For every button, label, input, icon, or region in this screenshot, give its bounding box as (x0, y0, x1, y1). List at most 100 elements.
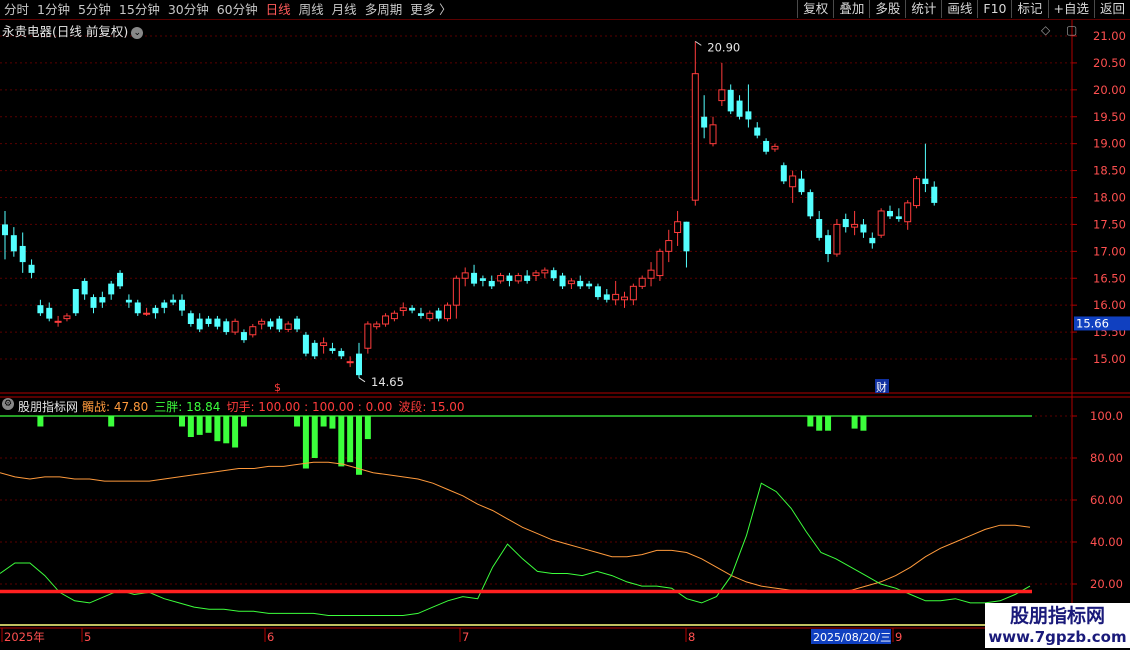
price-tick-label: 16.00 (1093, 298, 1126, 312)
panel-corner-icons[interactable]: ◇ ▢ (1041, 23, 1083, 37)
event-mark-cai: 财 (876, 380, 887, 394)
indicator-bar (364, 416, 371, 440)
candle-body (179, 299, 185, 311)
tab-5[interactable]: 60分钟 (213, 1, 262, 18)
candle-body (842, 219, 849, 228)
candle-body (709, 124, 717, 145)
candle-body (258, 320, 266, 325)
indicator-bar (816, 416, 823, 431)
candle-body (346, 361, 354, 364)
candle-body (488, 280, 495, 287)
candle-body (356, 353, 362, 376)
tool-button-0[interactable]: 复权 (797, 0, 833, 18)
tool-button-5[interactable]: F10 (977, 0, 1011, 18)
tab-7[interactable]: 周线 (295, 1, 328, 18)
candle-body (541, 269, 549, 274)
indicator-bar (807, 416, 814, 427)
time-label: 2025年 (4, 630, 45, 644)
candle-body (798, 178, 805, 193)
indicator-bar (223, 416, 230, 444)
candle-body (833, 223, 841, 255)
candle-body (249, 326, 257, 336)
candle-body (320, 342, 328, 347)
candle-body (294, 318, 301, 330)
candle-body (399, 307, 407, 312)
price-panel-title[interactable]: 永贵电器(日线 前复权) ⌄ (2, 21, 144, 40)
price-tick-label: 20.50 (1093, 56, 1126, 70)
kline-chart[interactable]: 21.00 20.50 20.00 19.50 19.00 18.50 18.00 17.50… (0, 20, 1130, 650)
candle-body (125, 299, 132, 303)
candle-body (214, 318, 221, 327)
candle-body (54, 320, 62, 323)
candle-body (895, 216, 902, 220)
indicator-bar (196, 416, 203, 435)
tab-4[interactable]: 30分钟 (164, 1, 213, 18)
indicator-bar (179, 416, 185, 427)
indicator-bar (302, 416, 309, 469)
indicator-bar (205, 416, 212, 433)
candle-body (10, 235, 17, 252)
indicator-name[interactable]: 股朋指标网 (18, 398, 78, 415)
candle-body (99, 297, 106, 303)
tool-button-7[interactable]: +自选 (1047, 0, 1094, 18)
event-mark-dollar: $ (274, 381, 281, 394)
indicator-legend: 髑战: 47.80 三胖: 18.84 切手: 100.00 : 100.00 : … (82, 398, 465, 415)
chevron-down-icon[interactable]: ⌄ (131, 26, 144, 39)
legend-item-0: 髑战: 47.80 (82, 400, 149, 414)
tab-8[interactable]: 月线 (328, 1, 361, 18)
candle-body (851, 223, 859, 228)
candle-body (479, 278, 486, 281)
indicator-tick-label: 100.0 (1090, 409, 1123, 423)
candle-body (364, 323, 372, 349)
candle-body (931, 186, 938, 203)
period-toolbar: 分时 1分钟 5分钟 15分钟 30分钟 60分钟 日线 周线 月线 多周期 更多 〉 复权 叠加 多股… (0, 0, 1130, 20)
tool-buttons: 复权 叠加 多股 统计 画线 F10 标记 +自选 返回 (797, 0, 1130, 18)
candle-body (196, 318, 203, 330)
candle-body (718, 89, 726, 102)
legend-item-2: 切手: 100.00 : 100.00 : 0.00 (226, 400, 393, 414)
candle-body (612, 293, 620, 301)
candle-body (789, 175, 797, 188)
candle-body (338, 350, 345, 357)
candle-body (771, 145, 779, 150)
candle-body (674, 221, 682, 233)
candle-body (37, 305, 44, 314)
tab-6[interactable]: 日线 (262, 1, 295, 18)
indicator-tick-label: 40.00 (1090, 535, 1123, 549)
indicator-tick-label: 80.00 (1090, 451, 1123, 465)
indicator-tick-label: 20.00 (1090, 577, 1123, 591)
candle-body (240, 332, 247, 341)
tab-0[interactable]: 分时 (0, 1, 33, 18)
candle-body (691, 73, 699, 201)
tool-button-3[interactable]: 统计 (905, 0, 941, 18)
price-tick-label: 21.00 (1093, 29, 1126, 43)
candle-body (426, 312, 434, 320)
indicator-bar (214, 416, 221, 442)
tool-button-8[interactable]: 返回 (1093, 0, 1130, 18)
current-price-label: 15.66 (1076, 316, 1109, 330)
candle-body (701, 116, 708, 128)
candle-body (683, 221, 690, 252)
price-tick-label: 15.00 (1093, 352, 1126, 366)
tool-button-6[interactable]: 标记 (1011, 0, 1047, 18)
selected-date-label: 2025/08/20/三 (813, 631, 891, 644)
tab-3[interactable]: 15分钟 (115, 1, 164, 18)
tab-1[interactable]: 1分钟 (33, 1, 74, 18)
indicator-bar (232, 416, 239, 448)
watermark-line2: www.7gpzb.com (988, 628, 1127, 646)
tool-button-1[interactable]: 叠加 (833, 0, 869, 18)
price-tick-label: 20.00 (1093, 83, 1126, 97)
tab-10[interactable]: 更多 〉 (406, 1, 455, 18)
tool-button-4[interactable]: 画线 (941, 0, 977, 18)
candle-body (409, 307, 416, 311)
candle-body (727, 89, 734, 112)
candle-body (594, 286, 601, 298)
tab-2[interactable]: 5分钟 (74, 1, 115, 18)
candle-body (382, 315, 390, 325)
candle-body (524, 275, 531, 281)
candle-body (629, 285, 637, 301)
candle-body (284, 323, 292, 330)
gear-icon[interactable]: ⚙ (2, 398, 14, 410)
tool-button-2[interactable]: 多股 (869, 0, 905, 18)
tab-9[interactable]: 多周期 (361, 1, 407, 18)
